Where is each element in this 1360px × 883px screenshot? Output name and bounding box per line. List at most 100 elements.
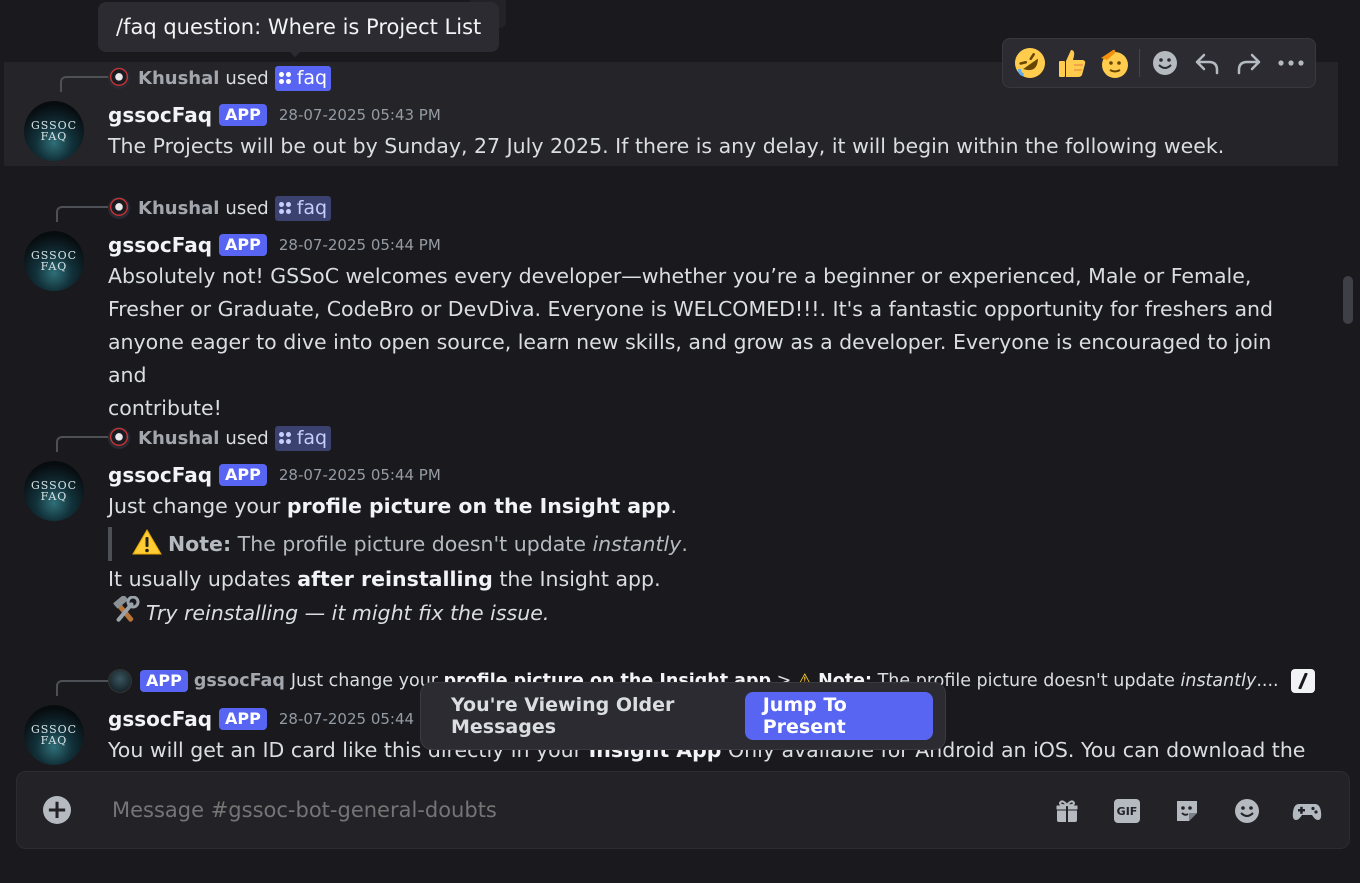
game-controller-icon[interactable] (1291, 795, 1323, 827)
text-segment: . (681, 532, 688, 556)
message-line: It usually updates after reinstalling th… (108, 563, 1308, 596)
timestamp[interactable]: 28-07-2025 05:44 PM (279, 710, 441, 728)
reply-used-label: used (225, 427, 269, 449)
command-icon (278, 201, 291, 214)
app-badge: APP (219, 464, 267, 486)
slash-command-icon (1290, 669, 1315, 693)
jump-to-present-button[interactable]: Jump To Present (744, 692, 933, 740)
message-header: gssocFaq APP 28-07-2025 05:44 PM (108, 231, 441, 259)
timestamp[interactable]: 28-07-2025 05:44 PM (279, 466, 441, 484)
message-line: Just change your profile picture on the … (108, 490, 1308, 523)
emoji-icon[interactable] (1231, 795, 1263, 827)
message-text: The Projects will be out by Sunday, 27 J… (108, 134, 1225, 158)
avatar[interactable]: GSSOC FAQ (24, 705, 84, 765)
reply-context-3[interactable]: Khushal used faq (108, 425, 332, 451)
message-header: gssocFaq APP 28-07-2025 05:43 PM (108, 101, 441, 129)
message-line: Absolutely not! GSSoC welcomes every dev… (108, 264, 1252, 288)
upload-plus-icon[interactable]: + (43, 796, 71, 824)
app-badge: APP (219, 234, 267, 256)
note-label: Note: (168, 532, 232, 556)
saluting-face-reaction-icon[interactable] (1093, 42, 1135, 84)
text-segment: .... (1256, 671, 1279, 691)
reply-context-2[interactable]: Khushal used faq (108, 195, 332, 221)
avatar[interactable]: GSSOC FAQ (24, 101, 84, 161)
message-header: gssocFaq APP 28-07-2025 05:44 PM (108, 705, 441, 733)
reply-used-label: used (225, 67, 269, 89)
app-badge: APP (140, 670, 188, 692)
add-reaction-icon[interactable] (1144, 42, 1186, 84)
gif-label-icon: GIF (1114, 799, 1140, 823)
older-messages-text: You're Viewing Older Messages (451, 694, 675, 738)
username[interactable]: gssocFaq (108, 103, 212, 127)
message-line: contribute! (108, 396, 222, 420)
reply-spine (56, 206, 108, 222)
tooltip-arrow (288, 50, 302, 57)
older-messages-banner: You're Viewing Older Messages Jump To Pr… (420, 682, 946, 750)
command-icon (278, 71, 291, 84)
khushal-mini-avatar[interactable] (108, 427, 130, 449)
command-tooltip: /faq question: Where is Project List (98, 2, 500, 52)
note-blockquote: Note: The profile picture doesn't update… (108, 527, 1308, 561)
italic-segment: Try reinstalling — it might fix the issu… (146, 601, 550, 625)
text-segment: . (670, 494, 678, 518)
message-input[interactable] (112, 798, 992, 822)
text-segment: The profile picture doesn't update (231, 532, 593, 556)
message-header: gssocFaq APP 28-07-2025 05:44 PM (108, 461, 441, 489)
command-icon (278, 431, 291, 444)
reply-username[interactable]: Khushal (138, 198, 219, 219)
message-composer: + GIF (16, 771, 1350, 849)
gssocfaq-mini-avatar[interactable] (108, 669, 132, 693)
message-content: The Projects will be out by Sunday, 27 J… (108, 130, 1308, 163)
message-line: anyone eager to dive into open source, l… (108, 330, 1272, 387)
username[interactable]: gssocFaq (108, 463, 212, 487)
timestamp[interactable]: 28-07-2025 05:43 PM (279, 106, 441, 124)
avatar-text-2: FAQ (40, 734, 68, 747)
message-line: Try reinstalling — it might fix the issu… (108, 596, 1308, 630)
more-options-icon[interactable] (1270, 42, 1312, 84)
bold-segment: after reinstalling (297, 567, 493, 591)
sticker-icon[interactable] (1171, 795, 1203, 827)
reply-spine (56, 436, 108, 452)
command-chip-faq[interactable]: faq (274, 65, 332, 91)
gift-icon[interactable] (1051, 795, 1083, 827)
command-chip-faq[interactable]: faq (274, 425, 332, 451)
khushal-mini-avatar[interactable] (108, 67, 130, 89)
command-name: faq (296, 66, 328, 89)
khushal-mini-avatar[interactable] (108, 197, 130, 219)
forward-icon[interactable] (1228, 42, 1270, 84)
toolbar-divider (1139, 49, 1140, 77)
app-badge: APP (219, 104, 267, 126)
scrollbar-thumb[interactable] (1343, 276, 1353, 324)
bold-segment: profile picture on the Insight app (286, 494, 671, 518)
tooltip-text: /faq question: Where is Project List (116, 15, 482, 39)
command-chip-faq[interactable]: faq (274, 195, 332, 221)
command-name: faq (296, 426, 328, 449)
scrollbar-track[interactable] (1342, 0, 1354, 770)
username[interactable]: gssocFaq (108, 707, 212, 731)
username[interactable]: gssocFaq (108, 233, 212, 257)
reply-spine (56, 680, 108, 696)
rolling-on-floor-laughing-reaction-icon[interactable] (1009, 42, 1051, 84)
reply-icon[interactable] (1186, 42, 1228, 84)
timestamp[interactable]: 28-07-2025 05:44 PM (279, 236, 441, 254)
avatar-text-2: FAQ (40, 130, 68, 143)
reply-username[interactable]: Khushal (138, 68, 219, 89)
avatar[interactable]: GSSOC FAQ (24, 461, 84, 521)
text-segment: Just change your (108, 494, 287, 518)
message-list[interactable]: Khushal used faq GSSOC FAQ gssocFaq APP … (0, 0, 1340, 770)
hammer-and-wrench-icon (113, 596, 140, 622)
avatar-text-2: FAQ (40, 490, 68, 503)
text-segment: the Insight app. (492, 567, 661, 591)
avatar-text-2: FAQ (40, 260, 68, 273)
thumbs-up-reaction-icon[interactable] (1051, 42, 1093, 84)
message-content: Just change your profile picture on the … (108, 490, 1308, 630)
reply-username[interactable]: Khushal (138, 428, 219, 449)
message-action-toolbar (1002, 38, 1316, 88)
reply-username[interactable]: gssocFaq (194, 671, 285, 691)
italic-segment: instantly (592, 532, 682, 556)
gif-icon[interactable]: GIF (1111, 795, 1143, 827)
avatar[interactable]: GSSOC FAQ (24, 231, 84, 291)
reply-context-1[interactable]: Khushal used faq (108, 65, 332, 91)
message-line: Fresher or Graduate, CodeBro or DevDiva.… (108, 297, 1274, 321)
text-segment: It usually updates (108, 567, 298, 591)
